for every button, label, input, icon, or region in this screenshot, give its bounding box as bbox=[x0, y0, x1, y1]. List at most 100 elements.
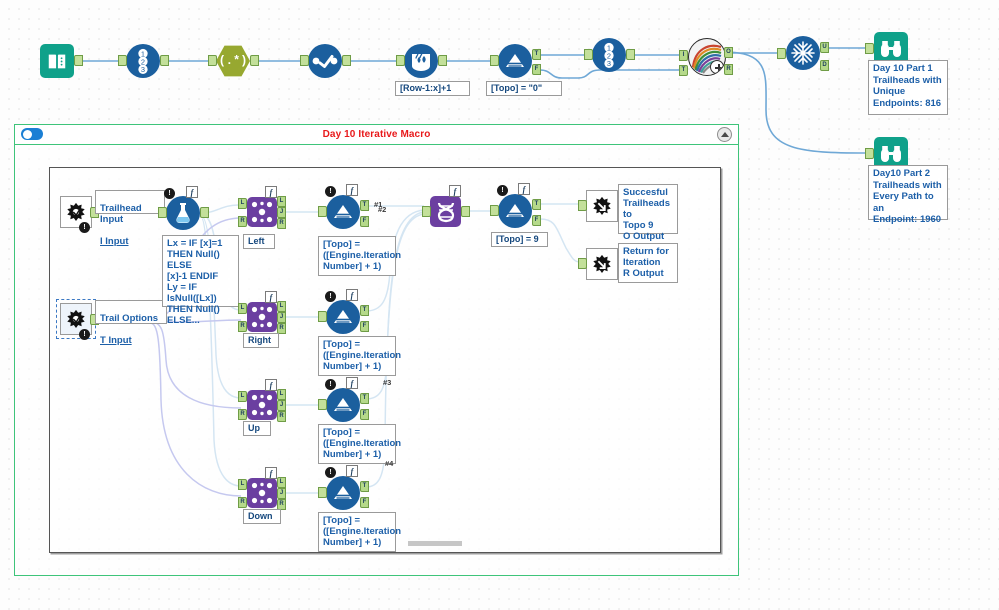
config-badge: ! bbox=[164, 188, 175, 199]
output-port[interactable] bbox=[342, 55, 351, 66]
input-port-right[interactable]: R bbox=[238, 216, 247, 227]
node-join-right[interactable]: f L R L J R bbox=[238, 291, 286, 334]
node-join-left[interactable]: f L R L J R bbox=[238, 186, 286, 229]
output-port-join[interactable]: J bbox=[277, 207, 286, 218]
output-port[interactable] bbox=[200, 207, 209, 218]
node-macro-output-o[interactable] bbox=[578, 190, 618, 222]
output-port-true[interactable]: T bbox=[532, 199, 541, 210]
output-port[interactable] bbox=[74, 55, 83, 66]
output-port-false[interactable]: F bbox=[532, 64, 541, 75]
node-record-id[interactable]: 1 2 3 bbox=[118, 44, 169, 78]
node-regex[interactable]: (.*) bbox=[208, 45, 259, 77]
node-input-data[interactable] bbox=[40, 44, 83, 78]
collapse-up-icon[interactable] bbox=[717, 127, 732, 142]
output-port[interactable] bbox=[160, 55, 169, 66]
input-port-i[interactable]: I bbox=[679, 50, 688, 61]
output-port-right[interactable]: R bbox=[277, 411, 286, 422]
node-multi-row-formula[interactable]: [Row-1:x]+1 bbox=[395, 44, 470, 96]
input-port[interactable] bbox=[584, 49, 593, 60]
formula-badge-icon: f bbox=[265, 186, 277, 198]
input-port[interactable] bbox=[318, 487, 327, 498]
input-port[interactable] bbox=[578, 200, 587, 211]
output-port-right[interactable]: R bbox=[277, 218, 286, 229]
input-port[interactable] bbox=[158, 207, 167, 218]
join-icon bbox=[247, 197, 277, 227]
input-port[interactable] bbox=[300, 55, 309, 66]
node-filter[interactable]: T F [Topo] = "0" bbox=[486, 44, 562, 96]
node-unique[interactable]: U D bbox=[777, 36, 829, 71]
node-final-filter[interactable]: ! f T F bbox=[490, 183, 541, 228]
node-trailhead-input[interactable]: ! bbox=[60, 196, 99, 233]
node-filter-up[interactable]: ! f T F bbox=[318, 377, 369, 422]
output-port-false[interactable]: F bbox=[360, 409, 369, 420]
input-port-right[interactable]: R bbox=[238, 497, 247, 508]
output-port-true[interactable]: T bbox=[360, 393, 369, 404]
filter-icon bbox=[498, 194, 532, 228]
input-port[interactable] bbox=[318, 399, 327, 410]
output-port-left[interactable]: L bbox=[277, 477, 286, 488]
node-trail-options-input[interactable]: ! bbox=[56, 299, 99, 340]
input-port-right[interactable]: R bbox=[238, 321, 247, 332]
node-join-down[interactable]: f L R L J R bbox=[238, 467, 286, 510]
input-port[interactable] bbox=[578, 258, 587, 269]
final-filter-label: [Topo] = 9 bbox=[491, 232, 548, 247]
output-port-r[interactable]: R bbox=[724, 64, 733, 75]
output-port-false[interactable]: F bbox=[360, 497, 369, 508]
input-port[interactable] bbox=[118, 55, 127, 66]
input-port-t[interactable]: T bbox=[679, 65, 688, 76]
input-port[interactable] bbox=[208, 55, 217, 66]
output-port-true[interactable]: T bbox=[532, 49, 541, 60]
input-port[interactable] bbox=[396, 55, 405, 66]
input-port-left[interactable]: L bbox=[238, 391, 247, 402]
output-port[interactable] bbox=[626, 49, 635, 60]
record-id-icon: 1 2 3 bbox=[126, 44, 160, 78]
formula-icon bbox=[166, 196, 200, 230]
node-select[interactable] bbox=[300, 44, 351, 78]
horizontal-scrollbar[interactable] bbox=[408, 541, 462, 546]
output-port-false[interactable]: F bbox=[532, 215, 541, 226]
input-port-right[interactable]: R bbox=[238, 409, 247, 420]
union-icon bbox=[430, 196, 461, 227]
output-port[interactable] bbox=[438, 55, 447, 66]
node-record-id-2[interactable]: 1 2 3 bbox=[584, 38, 635, 72]
node-filter-down[interactable]: ! f T F bbox=[318, 465, 369, 510]
output-port-left[interactable]: L bbox=[277, 301, 286, 312]
node-filter-right[interactable]: ! f T F bbox=[318, 289, 369, 334]
output-port-join[interactable]: J bbox=[277, 488, 286, 499]
input-port[interactable] bbox=[422, 206, 431, 217]
output-port-duplicate[interactable]: D bbox=[820, 60, 829, 71]
node-iterative-macro[interactable]: I T O R bbox=[679, 38, 733, 76]
output-port-unique[interactable]: U bbox=[820, 42, 829, 53]
output-port-true[interactable]: T bbox=[360, 481, 369, 492]
output-port-true[interactable]: T bbox=[360, 200, 369, 211]
input-port[interactable] bbox=[777, 48, 786, 59]
node-join-up[interactable]: f L R L J R bbox=[238, 379, 286, 422]
output-port-left[interactable]: L bbox=[277, 389, 286, 400]
input-port[interactable] bbox=[490, 205, 499, 216]
workflow-canvas[interactable]: 1 2 3 (.*) [Row-1:x]+1 T F [Topo] = "0" … bbox=[0, 0, 999, 610]
output-port-false[interactable]: F bbox=[360, 216, 369, 227]
input-port[interactable] bbox=[490, 55, 499, 66]
node-macro-output-r[interactable] bbox=[578, 248, 618, 280]
input-port-left[interactable]: L bbox=[238, 303, 247, 314]
input-port[interactable] bbox=[318, 311, 327, 322]
output-port-o[interactable]: O bbox=[724, 47, 733, 58]
input-port[interactable] bbox=[865, 148, 874, 159]
output-port[interactable] bbox=[250, 55, 259, 66]
join-left-label: Left bbox=[243, 234, 275, 249]
output-port-left[interactable]: L bbox=[277, 196, 286, 207]
input-port-left[interactable]: L bbox=[238, 479, 247, 490]
input-port[interactable] bbox=[865, 43, 874, 54]
input-port-left[interactable]: L bbox=[238, 198, 247, 209]
output-port[interactable] bbox=[461, 206, 470, 217]
toggle-on-icon[interactable] bbox=[21, 128, 43, 140]
node-filter-left[interactable]: ! f T F bbox=[318, 184, 369, 229]
output-port-join[interactable]: J bbox=[277, 400, 286, 411]
output-port-join[interactable]: J bbox=[277, 312, 286, 323]
input-port[interactable] bbox=[318, 206, 327, 217]
node-formula[interactable]: ! f bbox=[158, 186, 209, 230]
node-union[interactable]: f bbox=[422, 185, 470, 227]
output-port-true[interactable]: T bbox=[360, 305, 369, 316]
filter-up-annotation: [Topo] = ([Engine.Iteration Number] + 1) bbox=[318, 424, 401, 464]
output-port-false[interactable]: F bbox=[360, 321, 369, 332]
